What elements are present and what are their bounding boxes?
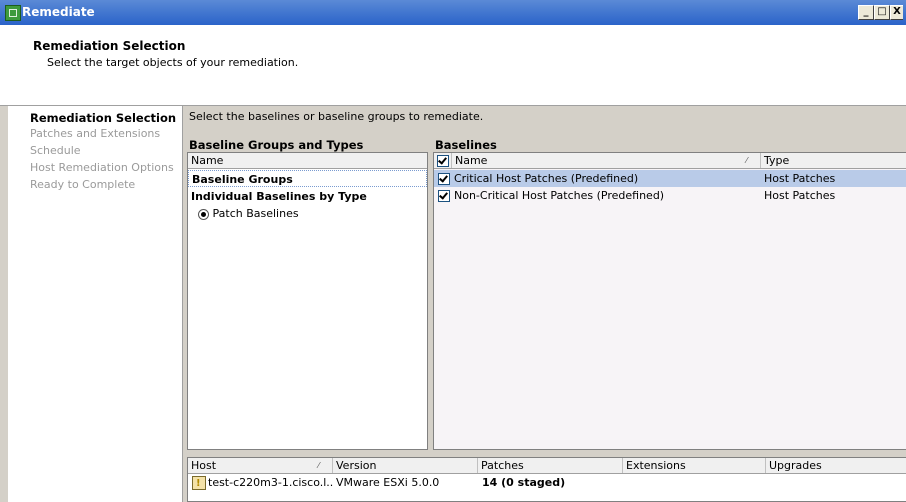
wizard-header: Remediation Selection Select the target … [0,25,906,106]
sort-ascending-icon: ⁄ [318,461,320,470]
hosts-column-header: Host ⁄ Version Patches Extensions Upgrad… [188,458,906,474]
nav-step-host-remediation-options: Host Remediation Options [30,161,174,174]
baseline-checkbox[interactable] [438,190,450,202]
baselines-type-column[interactable]: Type [761,153,906,168]
host-row[interactable]: test-c220m3-1.cisco.l.. VMware ESXi 5.0.… [188,474,906,492]
host-warning-icon [192,475,206,492]
select-all-column[interactable] [434,153,452,168]
nav-step-remediation-selection[interactable]: Remediation Selection [30,111,176,125]
close-icon[interactable]: X [890,5,903,20]
patches-column[interactable]: Patches [478,458,623,473]
nav-step-schedule: Schedule [30,144,81,157]
baselines-panel: Name ⁄ Type Critical Host Patches (Prede… [433,152,906,450]
baselines-column-header: Name ⁄ Type [434,153,906,169]
host-column[interactable]: Host ⁄ [188,458,333,473]
extensions-column[interactable]: Extensions [623,458,766,473]
baseline-row[interactable]: Non-Critical Host Patches (Predefined) H… [434,187,906,204]
host-version: VMware ESXi 5.0.0 [336,476,440,489]
baselines-section-title: Baselines [435,138,497,152]
nav-step-patches-extensions: Patches and Extensions [30,127,161,140]
baseline-type: Host Patches [764,189,836,202]
baseline-groups-row[interactable]: Baseline Groups [188,170,427,187]
select-all-checkbox[interactable] [437,155,449,167]
page-title: Remediation Selection [33,39,186,53]
sort-ascending-icon: ⁄ [746,156,748,165]
radio-selected-icon[interactable] [198,208,209,220]
groups-column-header: Name [188,153,427,169]
vmware-app-icon [5,5,21,21]
patch-baselines-label: Patch Baselines [212,207,299,220]
groups-section-title: Baseline Groups and Types [189,138,364,152]
baselines-name-column[interactable]: Name ⁄ [452,153,761,168]
hosts-panel: Host ⁄ Version Patches Extensions Upgrad… [187,457,906,502]
baseline-row[interactable]: Critical Host Patches (Predefined) Host … [434,170,906,187]
host-patches: 14 (0 staged) [482,476,566,489]
groups-name-column[interactable]: Name [188,153,427,168]
baseline-name: Non-Critical Host Patches (Predefined) [454,189,665,202]
nav-step-ready-to-complete: Ready to Complete [30,178,136,191]
minimize-icon[interactable]: _ [858,5,874,20]
individual-baselines-row: Individual Baselines by Type [191,190,367,203]
instruction-text: Select the baselines or baseline groups … [189,110,484,123]
baseline-name: Critical Host Patches (Predefined) [454,172,639,185]
window-title: Remediate [22,5,95,19]
patch-baselines-option[interactable]: Patch Baselines [198,205,299,222]
host-name: test-c220m3-1.cisco.l.. [208,476,334,489]
baseline-type: Host Patches [764,172,836,185]
wizard-steps-nav: Remediation Selection Patches and Extens… [0,106,183,502]
baseline-groups-panel: Name Baseline Groups Individual Baseline… [187,152,428,450]
main-content: Select the baselines or baseline groups … [183,106,906,502]
maximize-icon[interactable]: □ [874,5,890,20]
upgrades-column[interactable]: Upgrades [766,458,906,473]
version-column[interactable]: Version [333,458,478,473]
page-subtitle: Select the target objects of your remedi… [47,56,299,69]
window-titlebar: Remediate _ □ X [0,0,906,25]
baseline-checkbox[interactable] [438,173,450,185]
